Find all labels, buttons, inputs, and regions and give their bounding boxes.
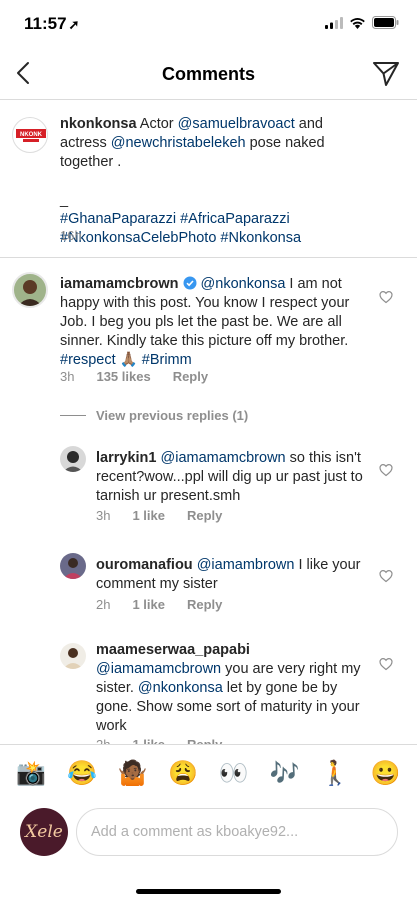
weary-face-emoji[interactable]: 😩	[168, 759, 198, 788]
avatar-photo	[60, 553, 86, 579]
verified-badge-icon	[183, 276, 196, 290]
svg-text:NKONK: NKONK	[20, 132, 43, 138]
reply-button[interactable]: Reply	[187, 508, 222, 523]
comment-emoji: 🙏🏽	[115, 352, 142, 368]
comments-header: Comments	[0, 48, 417, 100]
tears-of-joy-emoji[interactable]: 😂	[67, 759, 97, 788]
battery-icon	[372, 16, 399, 29]
caption-mention-1[interactable]: @samuelbravoact	[178, 116, 295, 132]
reply-time: 2h	[96, 597, 111, 612]
comment-meta: 3h 135 likes Reply	[60, 369, 230, 384]
caption-text: nkonkonsa Actor @samuelbravoact and actr…	[60, 115, 360, 248]
comment-input-bar: Xele	[0, 802, 417, 864]
caption-separator: _	[60, 192, 69, 208]
clock-text: 11:57	[24, 14, 67, 33]
heart-icon[interactable]	[379, 657, 393, 671]
caption-meta: 16h	[60, 228, 104, 243]
view-previous-replies[interactable]: View previous replies (1)	[60, 408, 248, 423]
reply-likes[interactable]: 1 like	[132, 508, 165, 523]
cellular-signal-icon	[325, 16, 343, 29]
music-notes-emoji[interactable]: 🎶	[269, 759, 299, 788]
wifi-icon	[350, 17, 365, 29]
heart-icon[interactable]	[379, 463, 393, 477]
reply-mention-2[interactable]: @nkonkonsa	[138, 680, 223, 696]
current-user-avatar[interactable]: Xele	[20, 808, 68, 856]
walking-person-emoji[interactable]: 🚶	[320, 759, 350, 788]
emoji-quick-bar: 📸 😂 🤷🏾 😩 👀 🎶 🚶 😀	[0, 744, 417, 802]
post-caption: NKONK nkonkonsa Actor @samuelbravoact an…	[0, 101, 417, 258]
reply-body: ouromanafiou @iamambrown I like your com…	[96, 556, 366, 594]
reply-username[interactable]: larrykin1	[96, 450, 156, 466]
location-arrow-icon: ➚	[68, 17, 80, 32]
caption-time: 16h	[60, 228, 82, 243]
reply-time: 3h	[96, 508, 111, 523]
home-indicator[interactable]	[136, 889, 281, 894]
status-bar: 11:57 ➚	[0, 0, 417, 48]
reply-mention[interactable]: @iamambrown	[197, 557, 295, 573]
avatar-photo	[14, 274, 46, 306]
camera-flash-emoji[interactable]: 📸	[16, 759, 46, 788]
eyes-emoji[interactable]: 👀	[219, 759, 249, 788]
heart-icon[interactable]	[379, 569, 393, 583]
reply-meta: 3h 1 like Reply	[96, 508, 244, 523]
reply-body: larrykin1 @iamamamcbrown so this isn't r…	[96, 449, 366, 506]
comment-body: iamamamcbrown @nkonkonsa I am not happy …	[60, 275, 365, 370]
view-previous-label: View previous replies (1)	[96, 408, 249, 423]
reply-button[interactable]: Reply	[187, 597, 222, 612]
reply-mention[interactable]: @iamamamcbrown	[96, 661, 221, 677]
grinning-face-emoji[interactable]: 😀	[371, 759, 401, 788]
caption-username[interactable]: nkonkonsa	[60, 116, 137, 132]
status-time: 11:57 ➚	[24, 14, 79, 34]
larrykin1-avatar[interactable]	[60, 446, 86, 472]
reply-button[interactable]: Reply	[173, 369, 208, 384]
status-icons	[325, 16, 399, 29]
heart-icon[interactable]	[379, 290, 393, 304]
nkonkonsa-avatar[interactable]: NKONK	[12, 117, 48, 153]
iamamamcbrown-avatar[interactable]	[12, 272, 48, 308]
reply-body: maameserwaa_papabi @iamamamcbrown you ar…	[96, 641, 372, 736]
shrug-emoji[interactable]: 🤷🏾	[118, 759, 148, 788]
caption-mention-2[interactable]: @newchristabelekeh	[111, 135, 246, 151]
comment-tag-1[interactable]: #respect	[60, 352, 116, 368]
divider-line	[60, 415, 86, 416]
caption-tags-line-2[interactable]: #NkonkonsaCelebPhoto #Nkonkonsa	[60, 229, 360, 248]
caption-text-1: Actor	[136, 116, 178, 132]
comment-username[interactable]: iamamamcbrown	[60, 276, 178, 292]
comment-time: 3h	[60, 369, 75, 384]
reply-meta: 2h 1 like Reply	[96, 597, 244, 612]
page-title: Comments	[161, 64, 255, 84]
comment-input[interactable]	[76, 808, 398, 856]
avatar-photo	[60, 643, 86, 669]
ouromanafiou-avatar[interactable]	[60, 553, 86, 579]
avatar-photo	[60, 446, 86, 472]
caption-tags-line-1[interactable]: #GhanaPaparazzi #AfricaPaparazzi	[60, 210, 360, 229]
paper-plane-icon[interactable]	[371, 59, 401, 89]
reply-username[interactable]: maameserwaa_papabi	[96, 642, 250, 658]
maameserwaa-avatar[interactable]	[60, 643, 86, 669]
reply-mention[interactable]: @iamamamcbrown	[161, 450, 286, 466]
comment-mention[interactable]: @nkonkonsa	[201, 276, 286, 292]
reply-likes[interactable]: 1 like	[132, 597, 165, 612]
nkonkonsa-logo: NKONK	[16, 129, 46, 142]
comment-tag-2[interactable]: #Brimm	[142, 352, 192, 368]
comment-likes[interactable]: 135 likes	[96, 369, 150, 384]
reply-username[interactable]: ouromanafiou	[96, 557, 193, 573]
